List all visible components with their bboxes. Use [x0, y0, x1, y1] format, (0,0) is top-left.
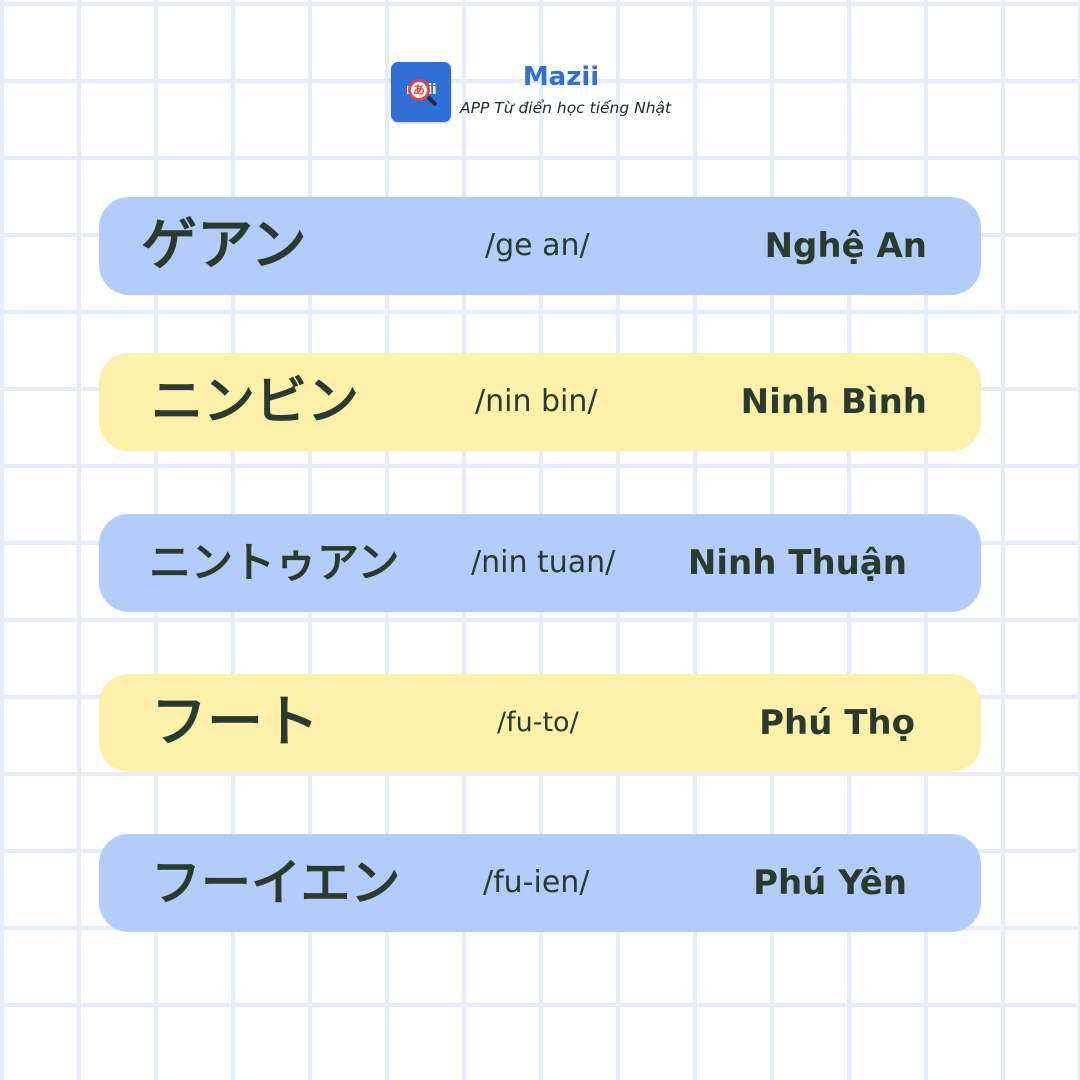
- japanese-word: フーイエン: [151, 854, 401, 912]
- japanese-word: フート: [151, 690, 319, 755]
- vocab-card-nghe-an: ゲアン /ge an/ Nghệ An: [99, 197, 981, 295]
- japanese-word: ニンビン: [151, 372, 360, 432]
- vietnamese-name: Phú Yên: [753, 863, 907, 903]
- vietnamese-name: Ninh Bình: [740, 382, 927, 422]
- japanese-word: ゲアン: [141, 213, 307, 278]
- tagline: APP Từ điển học tiếng Nhật: [460, 99, 672, 117]
- vietnamese-name: Nghệ An: [764, 226, 927, 266]
- romaji: /fu-ien/: [483, 865, 590, 900]
- vocab-card-ninh-thuan: ニントゥアン /nin tuan/ Ninh Thuận: [99, 514, 981, 612]
- logo-char: あ: [412, 83, 425, 97]
- vietnamese-name: Ninh Thuận: [687, 543, 907, 583]
- brand-name: Mazii: [522, 62, 600, 92]
- vocab-card-phu-yen: フーイエン /fu-ien/ Phú Yên: [99, 834, 981, 932]
- romaji: /ge an/: [485, 228, 590, 263]
- header: mzii あ Mazii APP Từ điển học tiếng Nhật: [391, 62, 691, 124]
- vocab-card-phu-tho: フート /fu-to/ Phú Thọ: [99, 674, 981, 772]
- mazii-logo-icon: mzii あ: [391, 62, 451, 122]
- romaji: /nin tuan/: [471, 545, 616, 580]
- vietnamese-name: Phú Thọ: [759, 703, 915, 743]
- romaji: /fu-to/: [497, 707, 579, 738]
- romaji: /nin bin/: [475, 384, 598, 419]
- japanese-word: ニントゥアン: [149, 538, 400, 587]
- vocab-card-ninh-binh: ニンビン /nin bin/ Ninh Bình: [99, 353, 981, 451]
